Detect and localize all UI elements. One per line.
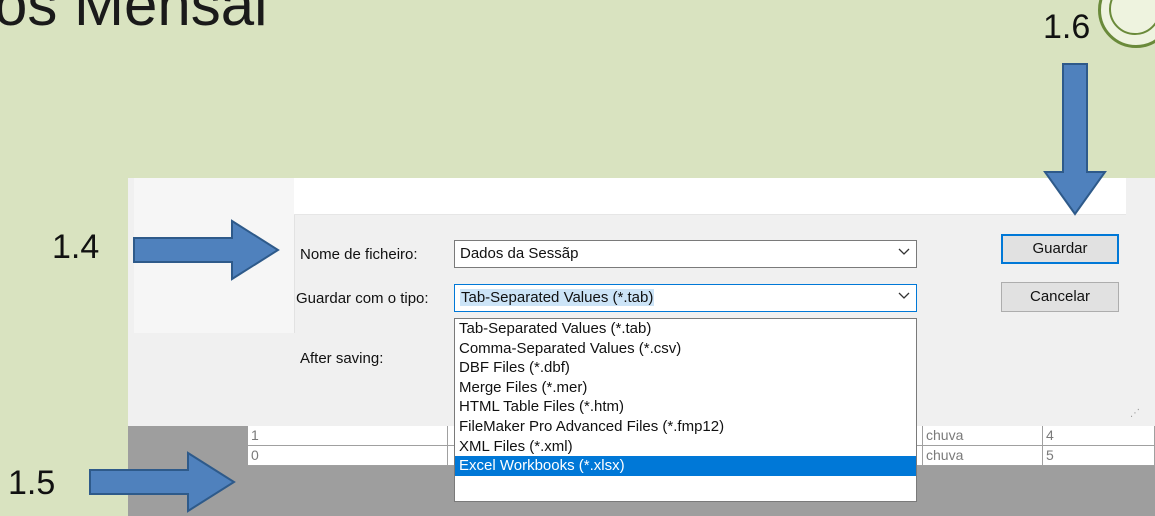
dropdown-option[interactable]: Comma-Separated Values (*.csv) [455, 339, 916, 359]
table-row-2-cell-3: 5 [1043, 446, 1155, 466]
arrow-down-icon [1043, 63, 1107, 216]
file-list-area [294, 178, 1126, 215]
dropdown-option-selected[interactable]: Excel Workbooks (*.xlsx) [455, 456, 916, 476]
savetype-label: Guardar com o tipo: [296, 290, 429, 307]
callout-1-5: 1.5 [8, 464, 56, 502]
table-row-1-cell-2: chuva [923, 426, 1043, 446]
cancel-button[interactable]: Cancelar [1001, 282, 1119, 312]
chevron-down-icon[interactable] [898, 289, 910, 301]
savetype-select[interactable]: Tab-Separated Values (*.tab) [454, 284, 917, 312]
savetype-value: Tab-Separated Values (*.tab) [460, 289, 655, 306]
arrow-right-icon [133, 219, 280, 281]
resize-grip-icon[interactable]: ⋰ [1130, 408, 1144, 422]
logo-icon [1098, 0, 1155, 48]
dropdown-option[interactable]: DBF Files (*.dbf) [455, 358, 916, 378]
chevron-down-icon[interactable] [898, 245, 910, 257]
filename-label: Nome de ficheiro: [300, 246, 418, 263]
filename-value: Dados da Sessãp [460, 245, 579, 262]
dropdown-option[interactable]: HTML Table Files (*.htm) [455, 397, 916, 417]
dropdown-option[interactable]: Tab-Separated Values (*.tab) [455, 319, 916, 339]
save-dialog-screenshot: Nome de ficheiro: Dados da Sessãp Guarda… [128, 178, 1155, 516]
savetype-dropdown-list: Tab-Separated Values (*.tab) Comma-Separ… [454, 318, 917, 502]
callout-1-6: 1.6 [1043, 8, 1091, 46]
filename-input[interactable]: Dados da Sessãp [454, 240, 917, 268]
dropdown-option[interactable]: Merge Files (*.mer) [455, 378, 916, 398]
dropdown-option[interactable]: FileMaker Pro Advanced Files (*.fmp12) [455, 417, 916, 437]
save-button[interactable]: Guardar [1001, 234, 1119, 264]
callout-1-4: 1.4 [52, 228, 100, 266]
table-row-1-cell-1: 1 [248, 426, 448, 446]
slide-title: os Mensal [0, 0, 268, 38]
dropdown-option[interactable]: XML Files (*.xml) [455, 437, 916, 457]
table-row-2-cell-1: 0 [248, 446, 448, 466]
table-row-2-cell-2: chuva [923, 446, 1043, 466]
after-saving-label: After saving: [300, 350, 384, 367]
arrow-right-icon [89, 451, 236, 513]
table-row-1-cell-3: 4 [1043, 426, 1155, 446]
